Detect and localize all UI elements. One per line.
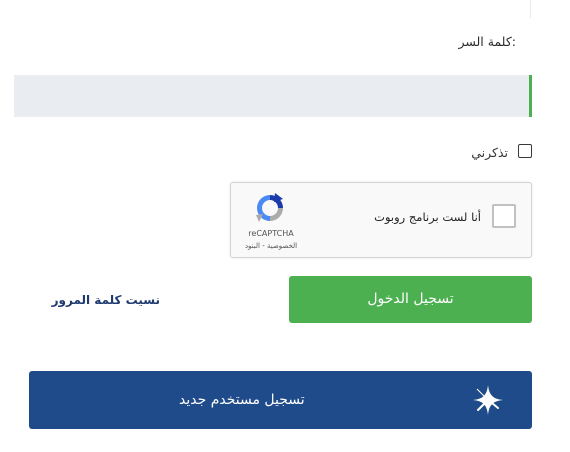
register-button-label: تسجيل مستخدم جديد [179,392,305,408]
password-field[interactable] [14,75,532,117]
password-label: كلمة السر: [458,34,516,49]
panel-edge-divider [530,0,531,18]
login-button[interactable]: تسجيل الدخول [289,276,532,323]
forgot-password-link[interactable]: نسيت كلمة المرور [20,291,160,309]
remember-me[interactable]: تذكرني [420,141,532,163]
remember-me-checkbox[interactable] [518,144,532,158]
recaptcha-logo-icon [256,193,283,222]
login-form-panel: كلمة السر: تذكرني أنا لست برنامج روبوت r… [0,0,570,452]
remember-me-label[interactable]: تذكرني [471,144,508,162]
recaptcha-checkbox[interactable] [492,204,516,228]
recaptcha-brand: reCAPTCHA [248,229,294,238]
register-new-user-button[interactable]: تسجيل مستخدم جديد [29,371,532,429]
recaptcha-privacy-terms-link[interactable]: الخصوصية - البنود [235,242,307,251]
recaptcha-widget: أنا لست برنامج روبوت reCAPTCHA الخصوصية … [230,182,532,258]
recaptcha-prompt: أنا لست برنامج روبوت [374,210,481,224]
sparkle-icon [473,385,503,415]
